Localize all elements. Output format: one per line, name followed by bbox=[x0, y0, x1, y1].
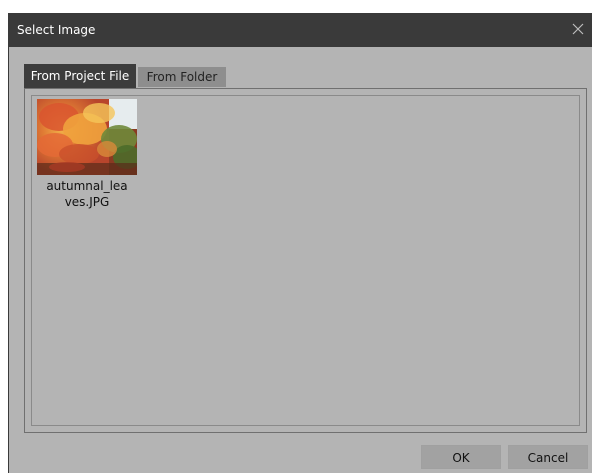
dialog-title: Select Image bbox=[17, 23, 96, 37]
file-item-autumnal-leaves[interactable]: autumnal_lea ves.JPG bbox=[35, 99, 139, 211]
image-browser-panel: autumnal_lea ves.JPG bbox=[24, 88, 587, 433]
tab-from-folder[interactable]: From Folder bbox=[138, 67, 226, 87]
close-icon bbox=[572, 23, 584, 35]
cancel-button[interactable]: Cancel bbox=[508, 445, 588, 469]
file-name-line-1: autumnal_lea bbox=[46, 179, 128, 193]
file-name: autumnal_lea ves.JPG bbox=[35, 178, 139, 210]
close-button[interactable] bbox=[563, 13, 592, 47]
autumn-leaves-thumbnail bbox=[37, 99, 137, 175]
tab-from-project-file[interactable]: From Project File bbox=[24, 64, 136, 88]
file-grid: autumnal_lea ves.JPG bbox=[31, 95, 580, 426]
ok-button[interactable]: OK bbox=[421, 445, 501, 469]
select-image-dialog: Select Image From Project File From Fold… bbox=[8, 13, 592, 473]
dialog-titlebar[interactable]: Select Image bbox=[9, 13, 592, 47]
file-name-line-2: ves.JPG bbox=[64, 195, 110, 209]
